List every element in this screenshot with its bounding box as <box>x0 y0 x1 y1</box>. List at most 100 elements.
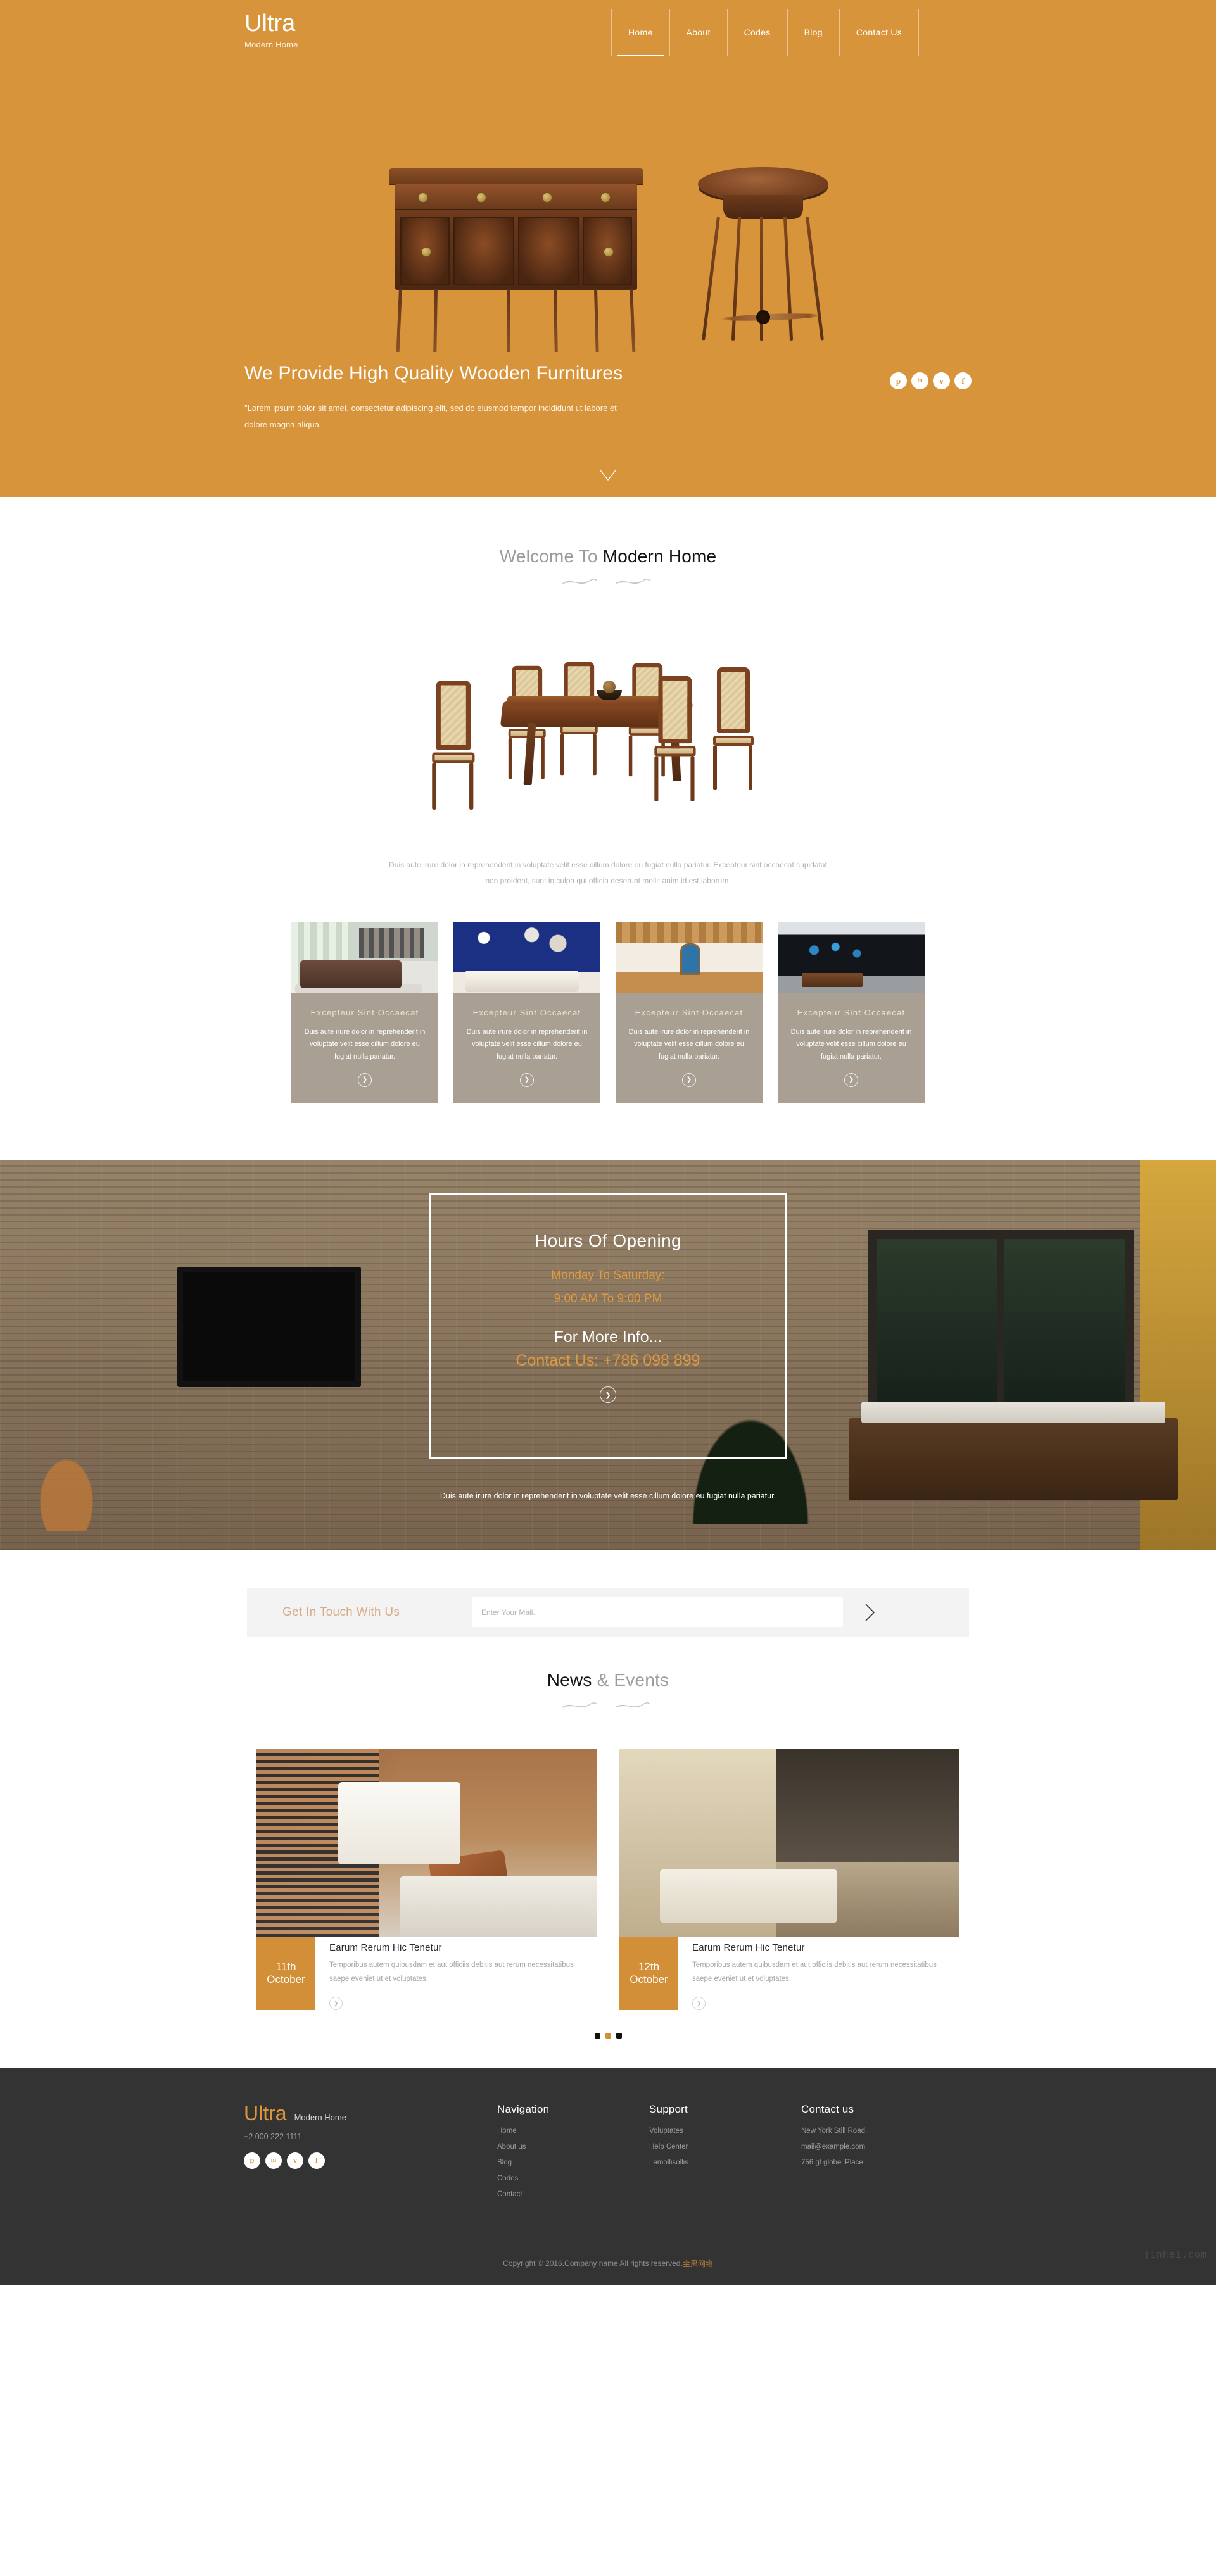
hero-copy: We Provide High Quality Wooden Furniture… <box>244 361 637 434</box>
footer-phone: +2 000 222 1111 <box>244 2132 302 2141</box>
dining-chair <box>654 676 696 801</box>
read-more-arrow-icon[interactable]: ❯ <box>358 1072 372 1087</box>
news-date-day: 12th <box>638 1960 660 1973</box>
welcome-title-bold: Modern Home <box>602 546 717 566</box>
vimeo-icon[interactable]: v <box>933 372 950 389</box>
feature-card-text: Duis aute irure dolor in reprehenderit i… <box>628 1028 750 1060</box>
newsletter-bar: Get In Touch With Us <box>247 1587 969 1637</box>
feature-card-image <box>778 922 925 994</box>
footer-link-help-center[interactable]: Help Center <box>649 2143 801 2151</box>
opening-hours-caption: Duis aute irure dolor in reprehenderit i… <box>440 1491 776 1500</box>
footer-support-heading: Support <box>649 2102 688 2115</box>
footer-contact-heading: Contact us <box>801 2102 854 2115</box>
brand-tagline: Modern Home <box>244 40 298 49</box>
pinterest-icon[interactable]: р <box>890 372 907 389</box>
scroll-down-icon[interactable] <box>598 468 618 483</box>
feature-card-text: Duis aute irure dolor in reprehenderit i… <box>790 1028 912 1060</box>
carousel-dot-2[interactable] <box>605 2032 611 2039</box>
main-navigation: Home About Codes Blog Contact Us <box>611 9 920 56</box>
nav-item-contact-us[interactable]: Contact Us <box>840 9 920 56</box>
dining-chair <box>432 681 475 810</box>
nav-item-about[interactable]: About <box>670 9 728 56</box>
news-list: 11th October Earum Rerum Hic Tenetur Tem… <box>256 1749 960 2010</box>
news-events-section: News & Events 11th October Earum Rerum H… <box>0 1637 1216 2068</box>
nav-item-blog[interactable]: Blog <box>788 9 840 56</box>
hero-furniture-illustration <box>0 144 1216 353</box>
feature-card: Excepteur Sint Occaecat Duis aute irure … <box>778 922 925 1103</box>
footer-link-blog[interactable]: Blog <box>497 2159 649 2166</box>
brand-name: Ultra <box>244 10 296 37</box>
opening-hours-title: Hours Of Opening <box>534 1230 682 1250</box>
footer-link-home[interactable]: Home <box>497 2127 649 2135</box>
hero-social-links: р in v f <box>890 372 972 389</box>
feature-card-image <box>616 922 763 994</box>
news-date-month: October <box>630 1973 668 1986</box>
footer-address: New York Still Road. <box>801 2127 868 2135</box>
footer-brand-name[interactable]: Ultra <box>244 2103 287 2123</box>
news-card-image[interactable] <box>256 1749 597 1937</box>
newsletter-submit-button[interactable] <box>861 1602 878 1623</box>
news-card: 12th October Earum Rerum Hic Tenetur Tem… <box>619 1749 960 2010</box>
footer-navigation-column: Navigation Home About us Blog Codes Cont… <box>497 2103 649 2206</box>
carousel-dot-3[interactable] <box>616 2032 622 2039</box>
nav-item-home[interactable]: Home <box>611 9 670 56</box>
facebook-icon[interactable]: f <box>954 372 972 389</box>
opening-hours-card: Hours Of Opening Monday To Saturday: 9:0… <box>429 1193 787 1459</box>
welcome-heading: Welcome To Modern Home <box>0 546 1216 589</box>
opening-hours-section: Hours Of Opening Monday To Saturday: 9:0… <box>0 1160 1216 1550</box>
news-date-badge: 12th October <box>619 1937 678 2010</box>
footer-link-about-us[interactable]: About us <box>497 2143 649 2151</box>
ornament-divider <box>557 575 659 589</box>
hero-title: We Provide High Quality Wooden Furniture… <box>244 363 623 384</box>
news-date-day: 11th <box>276 1960 296 1973</box>
welcome-paragraph: Duis aute irure dolor in reprehenderit i… <box>389 860 827 886</box>
round-side-table-image <box>690 163 836 353</box>
nav-item-codes[interactable]: Codes <box>728 9 788 56</box>
read-more-arrow-icon[interactable]: ❯ <box>682 1072 696 1087</box>
vimeo-icon[interactable]: v <box>287 2152 303 2169</box>
hours-read-more-arrow-icon[interactable]: ❯ <box>600 1386 616 1404</box>
news-card-image[interactable] <box>619 1749 960 1937</box>
pinterest-icon[interactable]: р <box>244 2152 260 2169</box>
news-card-title[interactable]: Earum Rerum Hic Tenetur <box>692 1942 958 1953</box>
news-read-more-arrow-icon[interactable]: ❯ <box>329 1996 343 2010</box>
facebook-icon[interactable]: f <box>308 2152 325 2169</box>
footer-brand-tagline: Modern Home <box>294 2112 346 2122</box>
opening-hours-days: Monday To Saturday: <box>551 1268 665 1282</box>
news-card-title[interactable]: Earum Rerum Hic Tenetur <box>329 1942 595 1953</box>
copyright-link[interactable]: 金黑网络 <box>683 2258 713 2269</box>
brand-logo[interactable]: Ultra Modern Home <box>244 11 298 49</box>
footer-link-contact[interactable]: Contact <box>497 2190 649 2198</box>
carousel-dot-1[interactable] <box>594 2032 600 2039</box>
watermark: jinhei.com <box>1143 2248 1207 2260</box>
site-header: Ultra Modern Home Home About Codes Blog … <box>0 0 1216 63</box>
linkedin-icon[interactable]: in <box>911 372 928 389</box>
feature-card-image <box>453 922 600 994</box>
footer-link-voluptates[interactable]: Voluptates <box>649 2127 801 2135</box>
news-heading: News & Events <box>0 1670 1216 1712</box>
footer-navigation-heading: Navigation <box>497 2102 550 2115</box>
background-window <box>868 1229 1134 1420</box>
linkedin-icon[interactable]: in <box>265 2152 282 2169</box>
footer-link-lemollisollis[interactable]: Lemollisollis <box>649 2159 801 2166</box>
footer-address-secondary: 756 gt globel Place <box>801 2158 863 2166</box>
newsletter-email-input[interactable] <box>472 1597 843 1628</box>
news-card-description: Temporibus autem quibusdam et aut offici… <box>692 1961 937 1983</box>
more-info-label: For More Info... <box>554 1328 662 1347</box>
footer-brand-column: Ultra Modern Home +2 000 222 1111 р in v … <box>244 2103 497 2206</box>
news-title-bold: News <box>547 1669 592 1690</box>
read-more-arrow-icon[interactable]: ❯ <box>844 1072 858 1087</box>
welcome-title-light: Welcome To <box>499 546 598 566</box>
footer-contact-column: Contact us New York Still Road. mail@exa… <box>801 2103 972 2206</box>
footer-email[interactable]: mail@example.com <box>801 2143 972 2151</box>
feature-card-title: Excepteur Sint Occaecat <box>797 1008 906 1018</box>
ornament-divider <box>557 1699 659 1712</box>
footer-social-links: р in v f <box>244 2152 497 2169</box>
read-more-arrow-icon[interactable]: ❯ <box>520 1072 534 1087</box>
news-read-more-arrow-icon[interactable]: ❯ <box>692 1996 706 2010</box>
feature-card: Excepteur Sint Occaecat Duis aute irure … <box>291 922 438 1103</box>
footer-link-codes[interactable]: Codes <box>497 2175 649 2182</box>
antique-sideboard-image <box>380 163 652 353</box>
opening-hours-time: 9:00 AM To 9:00 PM <box>554 1292 662 1306</box>
dining-set-image <box>431 642 785 832</box>
